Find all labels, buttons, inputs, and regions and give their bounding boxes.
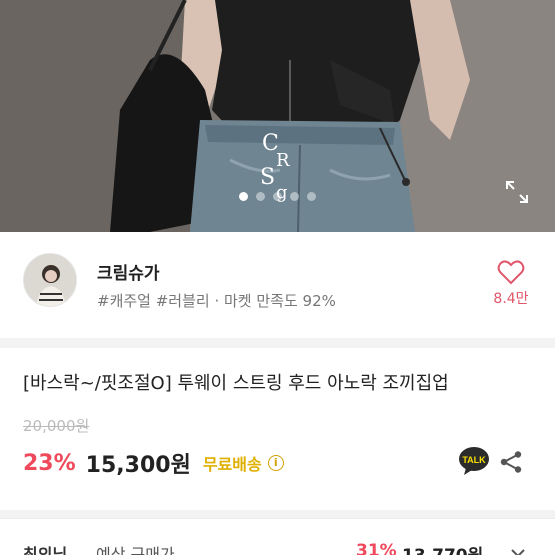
section-divider <box>0 338 555 348</box>
expected-price: 13,770원 <box>402 541 483 555</box>
carousel-dot[interactable] <box>290 192 299 201</box>
info-icon[interactable]: i <box>267 455 284 471</box>
heart-outline-icon[interactable] <box>497 259 525 285</box>
likes-count: 8.4만 <box>493 291 529 307</box>
carousel-dot[interactable] <box>273 192 282 201</box>
share-icon[interactable] <box>499 450 523 474</box>
price-row: 23% 15,300원 무료배송 i <box>23 448 284 478</box>
section-divider <box>0 510 555 518</box>
kakao-talk-icon[interactable]: TALK <box>458 446 490 476</box>
free-shipping-label: 무료배송 <box>202 455 262 474</box>
seller-section[interactable] <box>0 232 555 338</box>
avatar-image <box>24 254 76 306</box>
product-title: [바스락~/핏조절O] 투웨이 스트링 후드 아노락 조끼집업 <box>23 373 449 394</box>
carousel-dot[interactable] <box>239 192 248 201</box>
svg-text:R: R <box>276 150 290 171</box>
product-image-carousel[interactable]: C R S g <box>0 0 555 232</box>
carousel-dots <box>0 192 555 206</box>
original-price: 20,000원 <box>23 417 90 435</box>
carousel-dot[interactable] <box>307 192 316 201</box>
carousel-dot[interactable] <box>256 192 265 201</box>
expand-icon[interactable] <box>505 180 529 204</box>
chevron-down-icon[interactable] <box>511 549 525 555</box>
talk-label: TALK <box>462 455 486 465</box>
expected-price-label: 예상 구매가 <box>96 545 175 555</box>
seller-tags: #캐주얼 #러블리 · 마켓 만족도 92% <box>97 292 336 310</box>
discount-rate: 23% <box>23 450 76 476</box>
user-greeting: 최의님 <box>23 545 68 555</box>
expected-price-bar[interactable]: 최의님 예상 구매가 31% 13,770원 <box>0 518 555 555</box>
seller-avatar[interactable] <box>23 253 77 307</box>
seller-name[interactable]: 크림슈가 <box>97 259 160 284</box>
svg-text:S: S <box>260 165 275 190</box>
sale-price: 15,300원 <box>85 453 191 478</box>
expected-discount: 31% <box>356 541 397 555</box>
